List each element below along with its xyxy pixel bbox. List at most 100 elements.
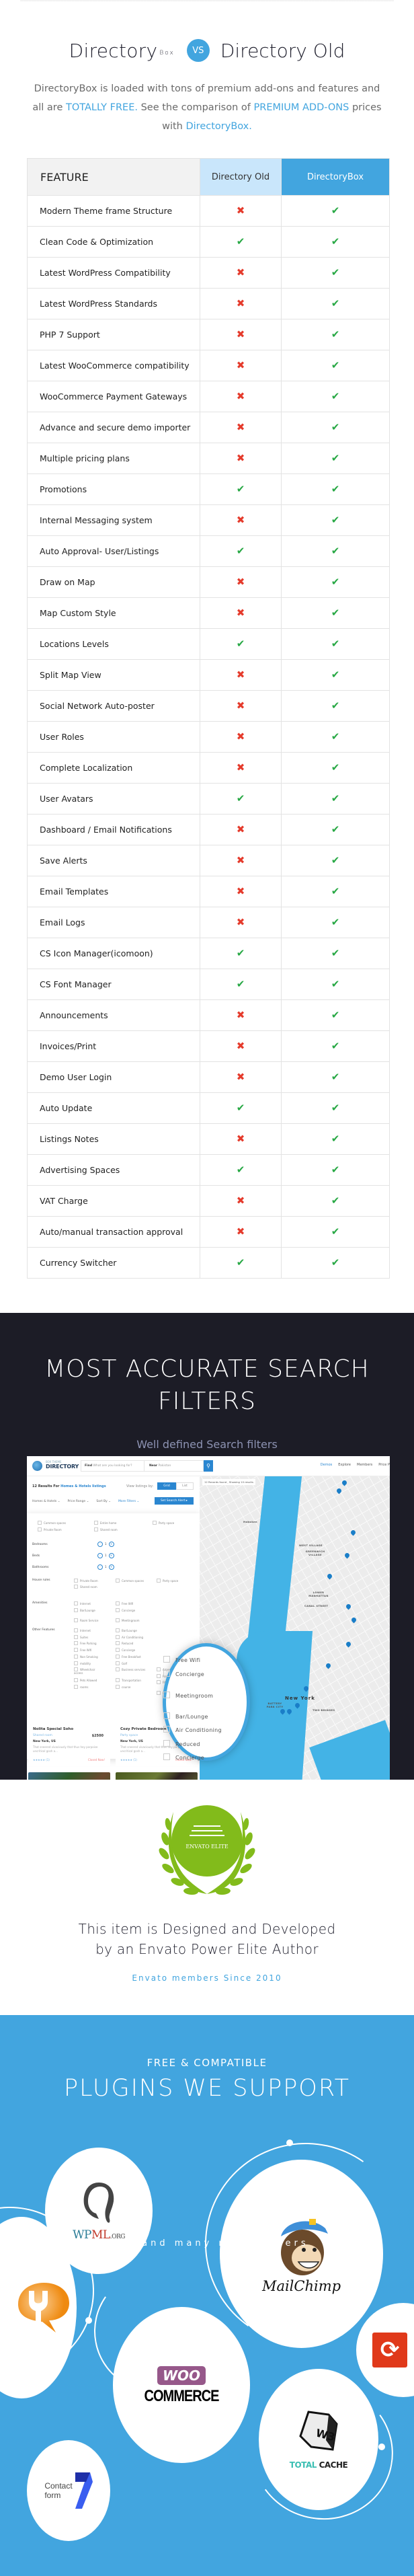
nav-members[interactable]: Members: [357, 1463, 372, 1467]
feature-name: User Avatars: [28, 784, 200, 814]
amenity-checkbox[interactable]: Internet: [74, 1601, 91, 1605]
table-row: Latest WooCommerce compatibility ✖ ✔: [28, 350, 389, 381]
amenity-checkbox[interactable]: Concierge: [116, 1608, 135, 1612]
table-row: Auto Approval- User/Listings ✔ ✔: [28, 535, 389, 566]
listing-photo[interactable]: [28, 1772, 110, 1780]
feature-checkbox[interactable]: Concierge: [116, 1648, 135, 1652]
cross-icon: ✖: [236, 1195, 245, 1207]
feature-checkbox[interactable]: Free Parking: [74, 1641, 97, 1645]
amenities-label: Amenities: [32, 1601, 48, 1605]
feature-checkbox[interactable]: Reduced: [116, 1641, 133, 1645]
magnified-checkbox[interactable]: Concierge: [163, 1753, 204, 1761]
feature-checkbox[interactable]: Free Breakfast: [116, 1655, 141, 1659]
cross-icon: ✖: [236, 885, 245, 897]
filter-sort[interactable]: Sort By ⌄: [96, 1500, 111, 1503]
box-support-cell: ✔: [282, 753, 389, 783]
amenity-checkbox[interactable]: Meetingroom: [116, 1618, 139, 1622]
room-type-checkbox[interactable]: Private Room: [38, 1527, 62, 1531]
check-icon: ✔: [236, 1102, 245, 1114]
plugins-kicker: FREE & COMPATIBLE: [147, 2057, 267, 2069]
amenity-checkbox[interactable]: Free Wifi: [116, 1601, 133, 1605]
near-input[interactable]: Near Pakistan: [144, 1460, 204, 1472]
room-type-checkbox[interactable]: Party space: [153, 1521, 174, 1525]
box-support-cell: ✔: [282, 629, 389, 659]
magnifier-zoom: Free Wifi Concierge Meetingroom Bar/Lounge A…: [163, 1643, 250, 1761]
magnified-checkbox[interactable]: Concierge: [163, 1670, 204, 1677]
feature-name: Social Network Auto-poster: [28, 691, 200, 721]
feature-checkbox[interactable]: Air Conditioning: [116, 1635, 143, 1639]
magnified-checkbox[interactable]: Bar/Lounge: [163, 1712, 208, 1720]
feature-name: Save Alerts: [28, 845, 200, 876]
more-filters[interactable]: More Filters ⌄: [118, 1500, 139, 1503]
feature-checkbox[interactable]: Non Smoking: [74, 1655, 98, 1659]
search-button[interactable]: ⚲: [204, 1460, 213, 1472]
plus-icon[interactable]: +: [108, 1542, 114, 1547]
filter-price[interactable]: Price Range ⌄: [67, 1500, 89, 1503]
plus-icon[interactable]: +: [108, 1564, 114, 1570]
feature-name: Invoices/Print: [28, 1031, 200, 1061]
feature-name: Clean Code & Optimization: [28, 227, 200, 257]
magnified-checkbox[interactable]: Air Conditioning: [163, 1726, 222, 1733]
house-rule-checkbox[interactable]: Common spaces: [116, 1579, 144, 1583]
minus-icon[interactable]: -: [97, 1564, 103, 1570]
magnified-checkbox[interactable]: Free Wifi: [163, 1656, 200, 1663]
check-icon: ✔: [331, 266, 340, 278]
old-support-cell: ✖: [200, 567, 282, 597]
feature-checkbox[interactable]: Transportation: [116, 1678, 141, 1682]
magnified-checkbox[interactable]: Reduced: [163, 1740, 200, 1747]
feature-checkbox[interactable]: course: [116, 1685, 130, 1689]
old-support-cell: ✔: [200, 938, 282, 969]
highlight-brand: DirectoryBox.: [185, 121, 252, 132]
feature-name: Map Custom Style: [28, 598, 200, 628]
feature-checkbox[interactable]: Pets Allowed: [74, 1678, 97, 1682]
screenshot-navbar: BOX THEME DIRECTORY Find What are you lo…: [27, 1456, 390, 1476]
listing-photo[interactable]: [116, 1772, 198, 1780]
check-icon: ✔: [236, 978, 245, 990]
plus-icon[interactable]: +: [108, 1553, 114, 1558]
amenity-checkbox[interactable]: Bar/Lounge: [74, 1608, 95, 1612]
filter-category[interactable]: Homes & Hotels ⌄: [32, 1500, 60, 1503]
w3-cube-icon: W3: [299, 2411, 338, 2451]
room-type-checkbox[interactable]: Shared room: [94, 1527, 118, 1531]
nav-price[interactable]: Price P: [378, 1463, 390, 1467]
feature-checkbox[interactable]: Suites: [74, 1635, 88, 1639]
feature-checkbox[interactable]: mobility: [74, 1661, 91, 1665]
list-view-button[interactable]: List: [176, 1482, 194, 1490]
house-rule-checkbox[interactable]: Shared room: [74, 1585, 97, 1589]
check-icon: ✔: [331, 1225, 340, 1238]
magnified-checkbox[interactable]: Meetingroom: [163, 1692, 213, 1699]
results-count: 12 Results For Homes & Hotels listings: [32, 1484, 106, 1488]
room-type-checkbox[interactable]: Entire home: [94, 1521, 116, 1525]
feature-checkbox[interactable]: Bar/Lounge: [116, 1628, 137, 1632]
amenity-checkbox[interactable]: Room Service: [74, 1618, 98, 1622]
feature-checkbox[interactable]: Wheelchair access: [74, 1667, 101, 1675]
feature-checkbox[interactable]: Business services: [116, 1667, 145, 1671]
quantity-stepper[interactable]: -1 +: [95, 1542, 116, 1547]
box-support-cell: ✔: [282, 1155, 389, 1185]
quantity-stepper[interactable]: -1 +: [95, 1564, 116, 1570]
house-rule-checkbox[interactable]: Private Room: [74, 1579, 98, 1583]
check-icon: ✔: [331, 545, 340, 557]
feature-checkbox[interactable]: Golf: [116, 1661, 127, 1665]
cross-icon: ✖: [236, 916, 245, 928]
house-rule-checkbox[interactable]: Party space: [157, 1579, 178, 1583]
table-body: Modern Theme frame Structure ✖ ✔ Clean Code…: [28, 195, 389, 1278]
minus-icon[interactable]: -: [97, 1553, 103, 1558]
box-support-cell: ✔: [282, 784, 389, 814]
box-support-cell: ✔: [282, 722, 389, 752]
find-input[interactable]: Find What are you looking for?: [81, 1460, 144, 1472]
cross-icon: ✖: [236, 328, 245, 340]
quantity-stepper[interactable]: -1 +: [95, 1553, 116, 1558]
feature-checkbox[interactable]: Free Wifi: [74, 1648, 91, 1652]
room-type-checkbox[interactable]: Common spaces: [38, 1521, 66, 1525]
listing-card[interactable]: Nolita Special Soho Shared room $2500 Ne…: [28, 1726, 110, 1766]
header-box: DirectoryBox: [282, 159, 389, 195]
grid-view-button[interactable]: Grid: [157, 1482, 176, 1490]
check-icon: ✔: [331, 885, 340, 897]
feature-checkbox[interactable]: rooms: [74, 1685, 88, 1689]
nav-explore[interactable]: Explore: [338, 1463, 351, 1467]
minus-icon[interactable]: -: [97, 1542, 103, 1547]
nav-demos[interactable]: Demos: [321, 1463, 332, 1467]
search-alert-button[interactable]: Set Search Alert ▸: [155, 1497, 194, 1505]
feature-checkbox[interactable]: Internet: [74, 1628, 91, 1632]
